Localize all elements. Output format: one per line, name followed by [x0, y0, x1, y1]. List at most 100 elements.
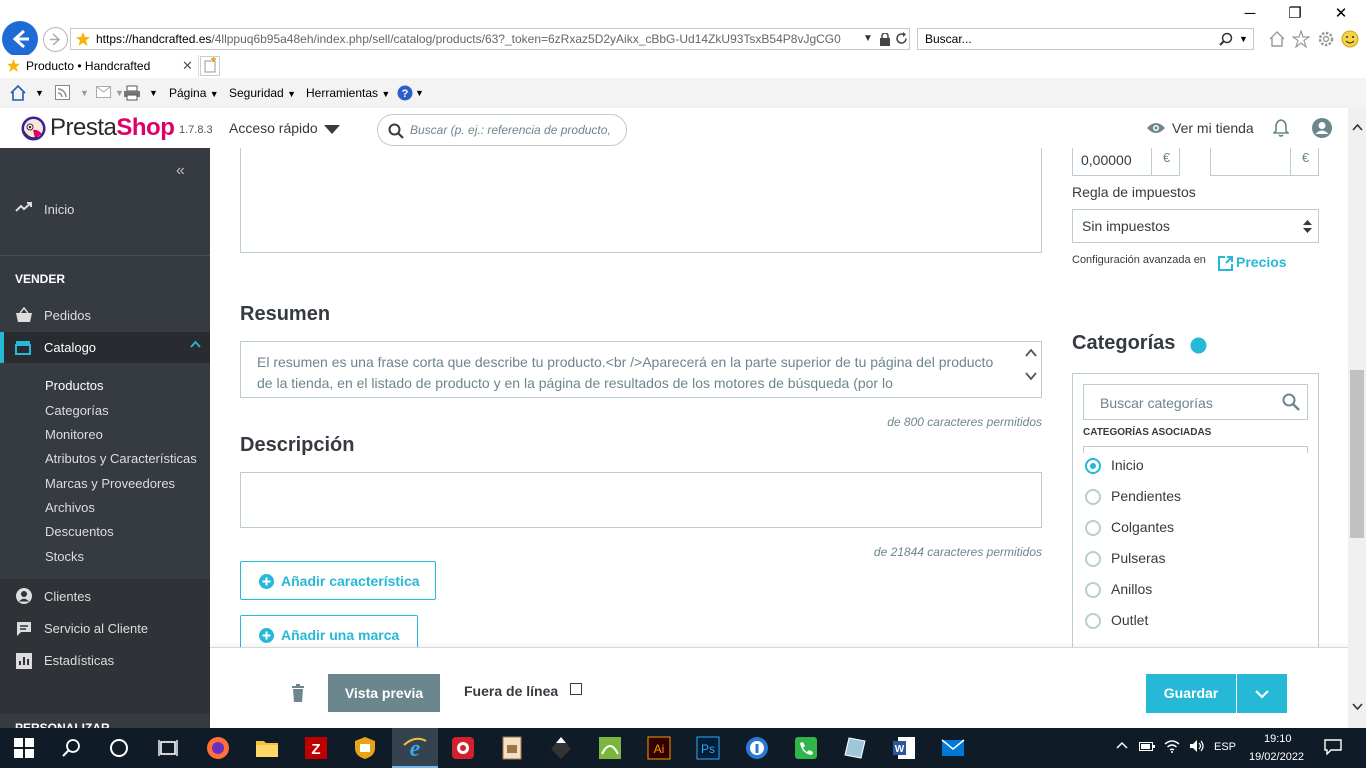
trash-icon[interactable]	[291, 684, 305, 702]
tab-producto[interactable]: Producto • Handcrafted ✕	[0, 55, 199, 77]
ps-search-input[interactable]: Buscar (p. ej.: referencia de producto,	[377, 114, 627, 146]
smiley-icon[interactable]	[1341, 30, 1359, 48]
save-options-button[interactable]	[1237, 674, 1287, 713]
view-store-link[interactable]: Ver mi tienda	[1147, 120, 1254, 136]
mail-icon[interactable]	[96, 86, 111, 100]
category-item[interactable]: Inicio	[1083, 456, 1303, 478]
search-taskbar-icon[interactable]	[62, 738, 86, 762]
prices-link[interactable]: Precios	[1217, 254, 1287, 271]
help-tooltip-icon[interactable]	[1190, 337, 1207, 354]
search-categories-input[interactable]: Buscar categorías	[1083, 384, 1308, 420]
refresh-icon[interactable]	[895, 32, 908, 45]
print-dropdown-icon[interactable]: ▼	[149, 78, 158, 108]
category-radio[interactable]	[1085, 458, 1101, 474]
close-window-button[interactable]: ✕	[1318, 2, 1364, 28]
volume-icon[interactable]	[1189, 739, 1205, 753]
account-icon[interactable]	[1312, 118, 1332, 138]
favorites-icon[interactable]	[1292, 30, 1310, 48]
category-radio[interactable]	[1085, 582, 1101, 598]
add-brand-button[interactable]: Añadir una marca	[240, 615, 418, 648]
scroll-up-icon[interactable]	[1025, 348, 1037, 358]
phone-app-icon[interactable]	[794, 736, 818, 760]
price-tax-incl-field[interactable]: €	[1210, 148, 1319, 176]
search-dropdown-icon[interactable]: ▼	[1239, 29, 1248, 49]
category-item[interactable]: Pulseras	[1083, 549, 1303, 571]
scroll-down-icon[interactable]	[1025, 371, 1037, 381]
help-icon[interactable]: ?	[397, 85, 413, 101]
category-item[interactable]: Colgantes	[1083, 518, 1303, 540]
media-app-icon[interactable]	[451, 736, 475, 760]
info-app-icon[interactable]	[745, 736, 769, 760]
forward-button[interactable]	[43, 27, 68, 52]
security-menu[interactable]: Seguridad ▼	[229, 78, 296, 108]
firefox-icon[interactable]	[206, 736, 230, 760]
prestashop-logo-icon[interactable]	[21, 116, 46, 141]
scroll-down-arrow-icon[interactable]	[1352, 703, 1363, 710]
category-radio[interactable]	[1085, 551, 1101, 567]
category-radio[interactable]	[1085, 613, 1101, 629]
add-feature-button[interactable]: Añadir característica	[240, 561, 436, 600]
help-dropdown-icon[interactable]: ▼	[415, 78, 424, 108]
map-app-icon[interactable]	[598, 736, 622, 760]
home-dropdown-icon[interactable]: ▼	[35, 78, 44, 108]
offline-checkbox[interactable]	[570, 683, 582, 695]
wifi-icon[interactable]	[1164, 739, 1180, 753]
language-indicator[interactable]: ESP	[1214, 741, 1236, 753]
save-button[interactable]: Guardar	[1146, 674, 1236, 713]
tablet-app-icon[interactable]	[843, 736, 867, 760]
home-icon[interactable]	[1268, 30, 1286, 48]
scroll-thumb[interactable]	[1350, 370, 1364, 538]
scroll-up-arrow-icon[interactable]	[1352, 124, 1363, 131]
print-icon[interactable]	[123, 85, 141, 101]
quick-access-menu[interactable]: Acceso rápido	[229, 120, 340, 136]
sidebar-item-servicio[interactable]: Servicio al Cliente	[0, 619, 210, 639]
category-radio[interactable]	[1085, 489, 1101, 505]
bell-icon[interactable]	[1273, 119, 1289, 137]
sidebar-item-estadisticas[interactable]: Estadísticas	[0, 651, 210, 671]
page-scrollbar[interactable]	[1348, 108, 1366, 728]
home-cmd-icon[interactable]	[9, 84, 27, 102]
sidebar-item-catalogo[interactable]: Catalogo	[0, 332, 210, 363]
filezilla-icon[interactable]: Z	[304, 736, 328, 760]
sidebar-item-pedidos[interactable]: Pedidos	[0, 306, 210, 326]
inkscape-icon[interactable]	[549, 736, 573, 760]
new-tab-button[interactable]	[200, 56, 220, 76]
notifications-icon[interactable]	[1324, 739, 1342, 755]
clock-time[interactable]: 19:10	[1264, 733, 1292, 745]
ie-taskbar-active[interactable]: e	[392, 728, 438, 768]
file-explorer-icon[interactable]	[255, 736, 279, 760]
description-editor[interactable]	[240, 472, 1042, 528]
windows-start-icon[interactable]	[14, 738, 38, 762]
sidebar-item-clientes[interactable]: Clientes	[0, 587, 210, 607]
task-view-icon[interactable]	[158, 738, 182, 762]
tab-close-icon[interactable]: ✕	[182, 55, 193, 77]
cortana-icon[interactable]	[109, 738, 133, 762]
minimize-button[interactable]: ─	[1227, 2, 1273, 28]
summary-editor[interactable]: El resumen es una frase corta que descri…	[240, 341, 1042, 398]
clock-date[interactable]: 19/02/2022	[1249, 751, 1304, 763]
sidebar-item-inicio[interactable]: Inicio	[0, 198, 210, 220]
browser-search-input[interactable]: Buscar... ▼	[917, 28, 1254, 50]
page-menu[interactable]: Página ▼	[169, 78, 219, 108]
prestashop-logo[interactable]: PrestaShop	[50, 114, 175, 142]
illustrator-icon[interactable]: Ai	[647, 736, 671, 760]
restore-button[interactable]: ❐	[1272, 2, 1318, 28]
category-item[interactable]: Anillos	[1083, 580, 1303, 602]
collapse-sidebar-icon[interactable]: «	[176, 162, 185, 180]
battery-icon[interactable]	[1139, 740, 1155, 752]
tray-chevron-icon[interactable]	[1116, 741, 1128, 749]
feeds-icon[interactable]	[55, 85, 70, 101]
mail-app-icon[interactable]	[941, 736, 965, 760]
address-bar[interactable]: https://handcrafted.es/4llppuq6b95a48eh/…	[70, 28, 910, 50]
tax-rule-select[interactable]: Sin impuestos	[1072, 209, 1319, 243]
preview-button[interactable]: Vista previa	[328, 674, 440, 712]
dropdown-icon[interactable]: ▼	[863, 29, 873, 49]
category-item[interactable]: Outlet	[1083, 611, 1303, 633]
back-button[interactable]	[2, 21, 38, 57]
description-editor-previous[interactable]	[240, 148, 1042, 253]
price-tax-excl-field[interactable]: 0,00000 €	[1072, 148, 1180, 176]
feeds-dropdown-icon[interactable]: ▼	[80, 78, 89, 108]
app-shield-icon[interactable]	[353, 736, 377, 760]
category-item[interactable]: Pendientes	[1083, 487, 1303, 509]
word-icon[interactable]: W	[892, 736, 916, 760]
